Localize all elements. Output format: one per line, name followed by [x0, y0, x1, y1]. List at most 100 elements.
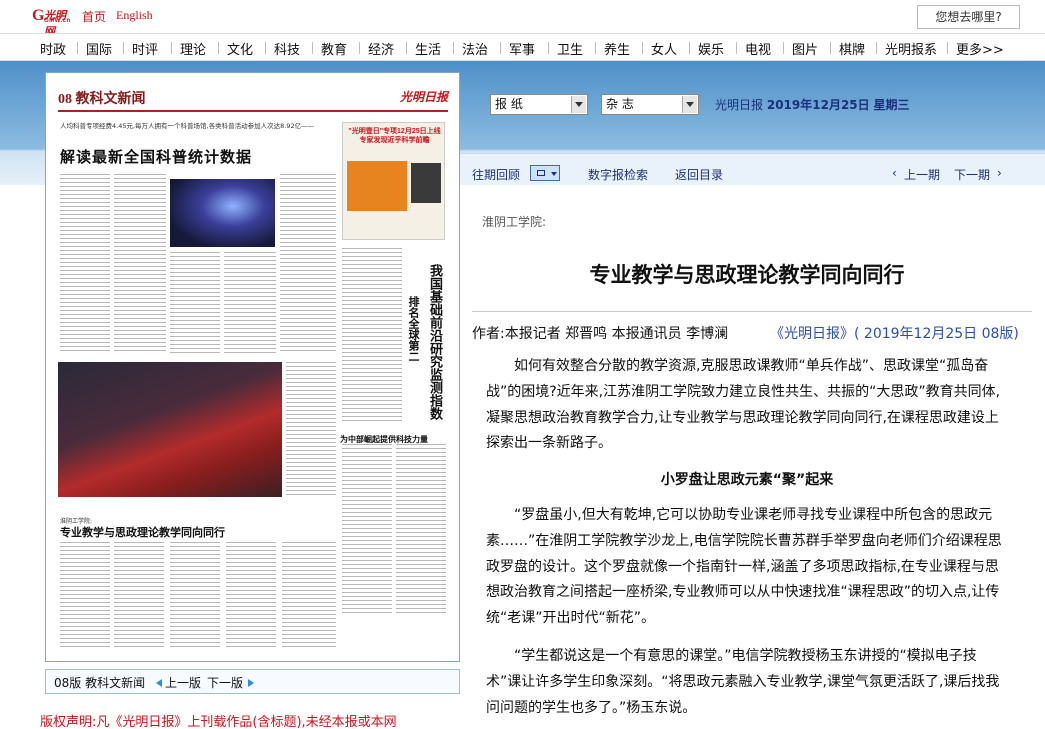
nav-item[interactable]: 更多>> [956, 39, 1004, 58]
nav-item[interactable]: 军事 [509, 39, 535, 58]
back-to-index-link[interactable]: 返回目录 [675, 166, 723, 183]
nav-item[interactable]: 理论 [180, 39, 206, 58]
article-subheading: 小罗盘让思政元素“聚”起来 [660, 472, 834, 488]
copyright-notice: 版权声明:凡《光明日报》上刊载作品(含标题),未经本报或本网 [40, 715, 397, 729]
text-column [396, 444, 446, 614]
issue-weekday: 星期三 [873, 98, 910, 112]
nav-separator [265, 42, 266, 54]
nav-item[interactable]: 时政 [40, 39, 66, 58]
chevron-right-icon: › [997, 166, 1002, 180]
page-header: 08 教科文新闻 [58, 92, 146, 107]
newspaper-select-value: 报 纸 [495, 97, 523, 111]
nav-item[interactable]: 养生 [604, 39, 630, 58]
nav-separator [312, 42, 313, 54]
arrow-left-icon [156, 679, 162, 687]
nav-item[interactable]: 国际 [86, 39, 112, 58]
back-issues-link[interactable]: 往期回顾 [472, 166, 520, 183]
text-column [114, 174, 166, 354]
logo-letter: G [32, 7, 45, 24]
text-column [342, 444, 392, 614]
advertisement[interactable]: "光明壹日"专项12月25日上线 专家发现近乎科学前瞻 [342, 122, 445, 240]
chevron-down-icon [571, 96, 586, 113]
issue-date: 光明日报 2019年12月25日 星期三 [715, 96, 910, 113]
prev-issue-link[interactable]: 上一期 [904, 166, 940, 183]
chevron-down-icon [682, 96, 697, 113]
text-column [224, 252, 276, 354]
newspaper-select[interactable]: 报 纸 [490, 94, 588, 115]
text-column [286, 362, 336, 497]
nav-separator [453, 42, 454, 54]
article-author: 作者:本报记者 郑晋鸣 本报通讯员 李博澜 [472, 326, 729, 342]
nav-item[interactable]: 生活 [415, 39, 441, 58]
next-issue-link[interactable]: 下一期 [954, 166, 990, 183]
next-page-link[interactable]: 下一版 [207, 674, 243, 691]
nav-item[interactable]: 卫生 [557, 39, 583, 58]
page-headline[interactable]: 解读最新全国科普统计数据 [60, 146, 252, 167]
nav-separator [171, 42, 172, 54]
text-column [282, 542, 336, 650]
dance-photo[interactable] [58, 362, 282, 497]
magazine-select[interactable]: 杂 志 [601, 94, 699, 115]
article-title: 专业教学与思政理论教学同向同行 [589, 263, 905, 287]
nav-item[interactable]: 法治 [462, 39, 488, 58]
newspaper-page[interactable]: 08 教科文新闻 光明日报 人均科普专项经费4.45元,每万人拥有一个科普场馆,… [50, 78, 455, 656]
main-nav: 时政 国际 时评 理论 文化 科技 教育 经济 生活 法治 军事 卫生 养生 女人 娱乐 电视 图片 棋牌 光明报系… [0, 33, 1045, 61]
nav-item[interactable]: 图片 [792, 39, 818, 58]
nav-separator [77, 42, 78, 54]
english-link[interactable]: English [116, 8, 153, 23]
nav-item[interactable]: 光明报系 [885, 39, 937, 58]
chevron-left-icon: ‹ [892, 166, 897, 180]
article-source[interactable]: 《光明日报》( 2019年12月25日 08版) [770, 323, 1019, 343]
nav-item[interactable]: 娱乐 [698, 39, 724, 58]
text-column [280, 174, 336, 354]
nav-item[interactable]: 教育 [321, 39, 347, 58]
home-link[interactable]: 首页 [82, 8, 106, 25]
article-kicker: 淮阴工学院: [482, 215, 547, 229]
logo-domain: GMW.cn [44, 18, 71, 24]
article-paragraph: “罗盘虽小,但大有乾坤,它可以协助专业课老师寻找专业课程中所包含的思政元素……”… [486, 507, 1002, 627]
text-column [170, 542, 220, 650]
magazine-select-value: 杂 志 [606, 97, 634, 111]
text-column [60, 174, 110, 354]
ad-image [411, 163, 441, 203]
arrow-right-icon [248, 679, 254, 687]
nav-item[interactable]: 电视 [745, 39, 771, 58]
digital-search-link[interactable]: 数字报检索 [588, 166, 648, 183]
article-paragraph: “学生都说这是一个有意思的课堂。”电信学院教授杨玉东讲授的“模拟电子技术”课让许… [486, 648, 1000, 716]
destination-search-button[interactable]: 您想去哪里? [917, 5, 1020, 29]
site-logo[interactable]: G 光明网 GMW.cn [32, 7, 76, 38]
nav-separator [642, 42, 643, 54]
article-paragraph: 如何有效整合分散的教学资源,克服思政课教师“单兵作战”、思政课堂“孤岛奋战”的困… [486, 358, 1001, 452]
nav-item[interactable]: 经济 [368, 39, 394, 58]
text-column [114, 542, 164, 650]
vertical-subheadline: 排名全球第二 [407, 296, 419, 362]
ad-panel [347, 161, 407, 211]
calendar-icon[interactable] [530, 165, 560, 181]
nav-item[interactable]: 棋牌 [839, 39, 865, 58]
nav-separator [359, 42, 360, 54]
nav-item[interactable]: 女人 [651, 39, 677, 58]
nav-item[interactable]: 科技 [274, 39, 300, 58]
title-divider [472, 311, 1032, 312]
nav-item[interactable]: 时评 [132, 39, 158, 58]
nav-separator [123, 42, 124, 54]
article-title-thumb[interactable]: 专业教学与思政理论教学同向同行 [60, 524, 225, 540]
header-rule [58, 110, 448, 112]
vertical-headline[interactable]: 我国基础前沿研究监测指数 [420, 264, 443, 420]
edition-bar: 08版 教科文新闻 上一版 下一版 [45, 669, 460, 694]
text-column [342, 248, 402, 424]
top-bar: G 光明网 GMW.cn 首页 English 您想去哪里? [0, 0, 1045, 38]
nav-separator [218, 42, 219, 54]
section-headline[interactable]: 为中部崛起提供科技力量 [340, 434, 428, 445]
nav-separator [689, 42, 690, 54]
stage-photo[interactable] [170, 179, 275, 247]
issue-date-value: 2019年12月25日 [766, 98, 870, 112]
nav-separator [947, 42, 948, 54]
paper-name: 光明日报 [715, 98, 764, 112]
nav-separator [830, 42, 831, 54]
nav-separator [783, 42, 784, 54]
ad-title: "光明壹日"专项12月25日上线 专家发现近乎科学前瞻 [348, 128, 441, 144]
nav-item[interactable]: 文化 [227, 39, 253, 58]
prev-page-link[interactable]: 上一版 [165, 674, 201, 691]
text-column [170, 252, 220, 354]
